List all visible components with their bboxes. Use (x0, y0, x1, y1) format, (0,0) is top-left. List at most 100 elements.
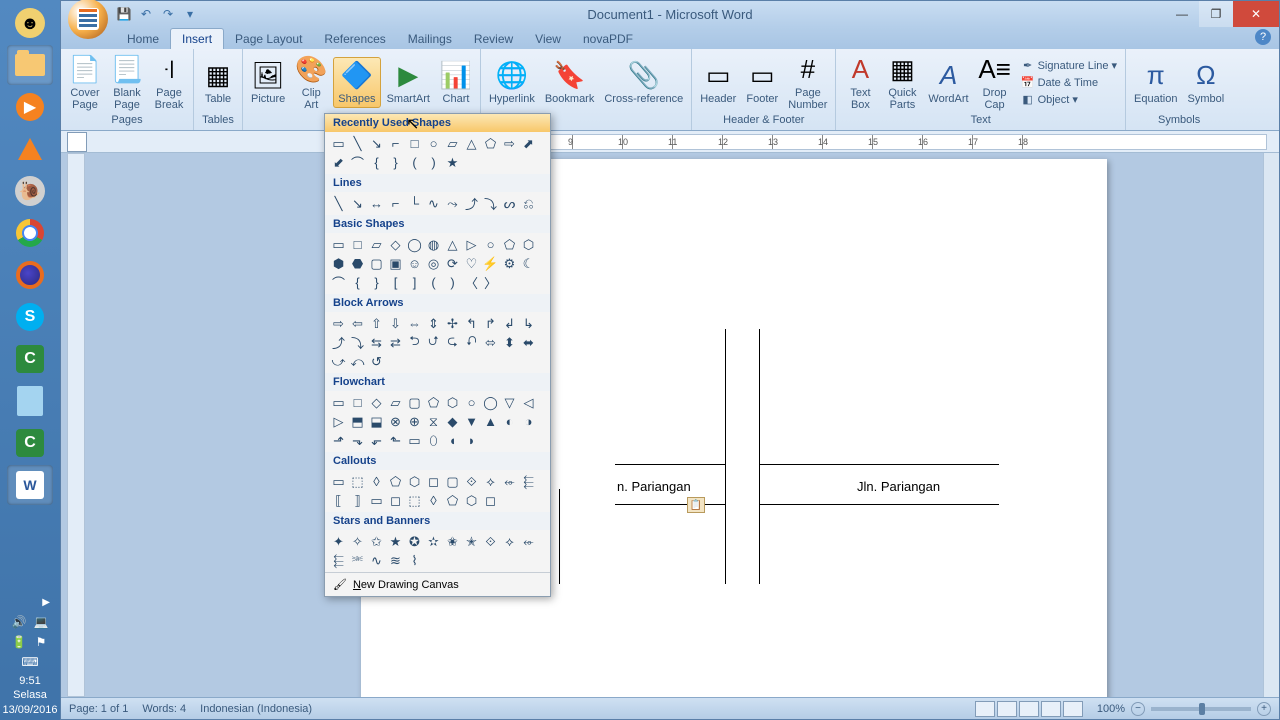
view-print-layout[interactable] (975, 701, 995, 717)
shape-option[interactable]: ⬠ (386, 472, 405, 491)
shape-option[interactable]: ⇧ (367, 314, 386, 333)
shape-option[interactable]: ⌐ (386, 194, 405, 213)
shape-option[interactable]: ⇔ (405, 314, 424, 333)
taskbar-item-chrome[interactable] (7, 213, 53, 253)
dropcap-button[interactable]: A≡DropCap (975, 52, 1015, 113)
view-full-screen[interactable] (997, 701, 1017, 717)
shapes-button[interactable]: 🔷Shapes (333, 57, 380, 108)
shape-option[interactable]: ⤴ (329, 333, 348, 352)
shape-option[interactable]: ▣ (386, 254, 405, 273)
shape-line[interactable] (759, 464, 999, 465)
shape-option[interactable]: □ (348, 235, 367, 254)
shape-option[interactable]: ⊕ (405, 412, 424, 431)
shape-option[interactable]: ⇦ (348, 314, 367, 333)
shape-option[interactable]: ☾ (519, 254, 538, 273)
shape-line[interactable] (759, 504, 999, 505)
shape-line[interactable] (725, 464, 726, 584)
shape-option[interactable]: } (367, 273, 386, 292)
shape-option[interactable]: ◻ (386, 491, 405, 510)
quick-parts-button[interactable]: ▦QuickParts (882, 52, 922, 113)
tray-network-icon[interactable]: 💻 (33, 614, 49, 630)
shape-option[interactable]: ↰ (462, 314, 481, 333)
view-draft[interactable] (1063, 701, 1083, 717)
tray-keyboard-icon[interactable]: ⌨ (22, 654, 38, 670)
shape-option[interactable]: ⤻ (329, 352, 348, 371)
shape-option[interactable]: ⟡ (500, 532, 519, 551)
shape-option[interactable]: ⌐ (386, 134, 405, 153)
vertical-ruler[interactable] (67, 153, 85, 697)
shape-option[interactable]: ╲ (329, 194, 348, 213)
shape-option[interactable]: ↳ (519, 314, 538, 333)
shape-option[interactable]: 〈 (462, 273, 481, 292)
shape-option[interactable]: △ (443, 235, 462, 254)
shape-option[interactable]: ◖ (443, 431, 462, 450)
shape-line[interactable] (725, 329, 726, 464)
shape-option[interactable]: ⇆ (367, 333, 386, 352)
taskbar-item-explorer[interactable] (7, 45, 53, 85)
shape-option[interactable]: ⬡ (443, 393, 462, 412)
shape-option[interactable]: ✧ (348, 532, 367, 551)
shape-option[interactable]: ✩ (367, 532, 386, 551)
shape-option[interactable]: ▭ (329, 472, 348, 491)
textbox-button[interactable]: ATextBox (840, 52, 880, 113)
tray-power-icon[interactable]: 🔋 (11, 634, 27, 650)
shape-option[interactable]: □ (405, 134, 424, 153)
shape-option[interactable]: ▱ (386, 393, 405, 412)
shape-option[interactable]: ⟧ (348, 491, 367, 510)
cross-reference-button[interactable]: 📎Cross-reference (600, 58, 687, 107)
shape-option[interactable]: ⮎ (443, 333, 462, 352)
shape-option[interactable]: ⬈ (519, 134, 538, 153)
shape-option[interactable]: ▽ (500, 393, 519, 412)
zoom-in[interactable]: + (1257, 702, 1271, 716)
cover-page-button[interactable]: 📄CoverPage (65, 52, 105, 113)
shape-option[interactable]: ⬑ (386, 431, 405, 450)
shape-option[interactable]: ◯ (405, 235, 424, 254)
shape-option[interactable]: ⬠ (481, 134, 500, 153)
taskbar-item-snail[interactable]: 🐌 (7, 171, 53, 211)
shape-option[interactable]: ∿ (424, 194, 443, 213)
shape-option[interactable]: 〉 (481, 273, 500, 292)
shape-option[interactable]: ⬰ (500, 472, 519, 491)
shape-option[interactable]: ◑ (519, 412, 538, 431)
clipart-button[interactable]: 🎨ClipArt (291, 52, 331, 113)
taskbar-item-skype[interactable]: S (7, 297, 53, 337)
new-drawing-canvas[interactable]: 🖌 New Drawing Canvas (325, 572, 550, 596)
qat-redo-icon[interactable]: ↷ (159, 5, 177, 23)
shape-option[interactable]: ⟐ (462, 472, 481, 491)
shape-option[interactable]: ✦ (329, 532, 348, 551)
tab-view[interactable]: View (524, 29, 572, 49)
shape-option[interactable]: ≋ (386, 551, 405, 570)
status-language[interactable]: Indonesian (Indonesia) (200, 703, 312, 715)
tray-overflow-icon[interactable]: ▶ (42, 597, 50, 608)
tab-mailings[interactable]: Mailings (397, 29, 463, 49)
tab-review[interactable]: Review (463, 29, 524, 49)
wordart-button[interactable]: AWordArt (924, 58, 972, 107)
shape-option[interactable]: [ (386, 273, 405, 292)
object-button[interactable]: ◧Object ▾ (1019, 92, 1119, 108)
shape-option[interactable]: ⇄ (386, 333, 405, 352)
view-web-layout[interactable] (1019, 701, 1039, 717)
shape-option[interactable]: ⬠ (500, 235, 519, 254)
shape-option[interactable]: ⚡ (481, 254, 500, 273)
shape-option[interactable]: ▭ (329, 134, 348, 153)
shape-option[interactable]: ▭ (367, 491, 386, 510)
zoom-level[interactable]: 100% (1097, 703, 1125, 715)
shape-option[interactable]: ○ (481, 235, 500, 254)
zoom-out[interactable]: − (1131, 702, 1145, 716)
shape-option[interactable]: ⬢ (329, 254, 348, 273)
shape-option[interactable]: ◯ (481, 393, 500, 412)
status-words[interactable]: Words: 4 (142, 703, 186, 715)
page-break-button[interactable]: ꜊PageBreak (149, 52, 189, 113)
shape-option[interactable]: ↺ (367, 352, 386, 371)
shape-option[interactable]: ∿ (367, 551, 386, 570)
shape-option[interactable]: ◆ (443, 412, 462, 431)
shape-option[interactable]: ⬡ (519, 235, 538, 254)
equation-button[interactable]: πEquation (1130, 58, 1181, 107)
header-button[interactable]: ▭Header (696, 58, 740, 107)
shape-option[interactable]: ⬰ (519, 532, 538, 551)
shape-option[interactable]: ♡ (462, 254, 481, 273)
shape-line[interactable] (615, 504, 725, 505)
shape-option[interactable]: ⬣ (348, 254, 367, 273)
hyperlink-button[interactable]: 🌐Hyperlink (485, 58, 539, 107)
shape-option[interactable]: ↔ (367, 194, 386, 213)
